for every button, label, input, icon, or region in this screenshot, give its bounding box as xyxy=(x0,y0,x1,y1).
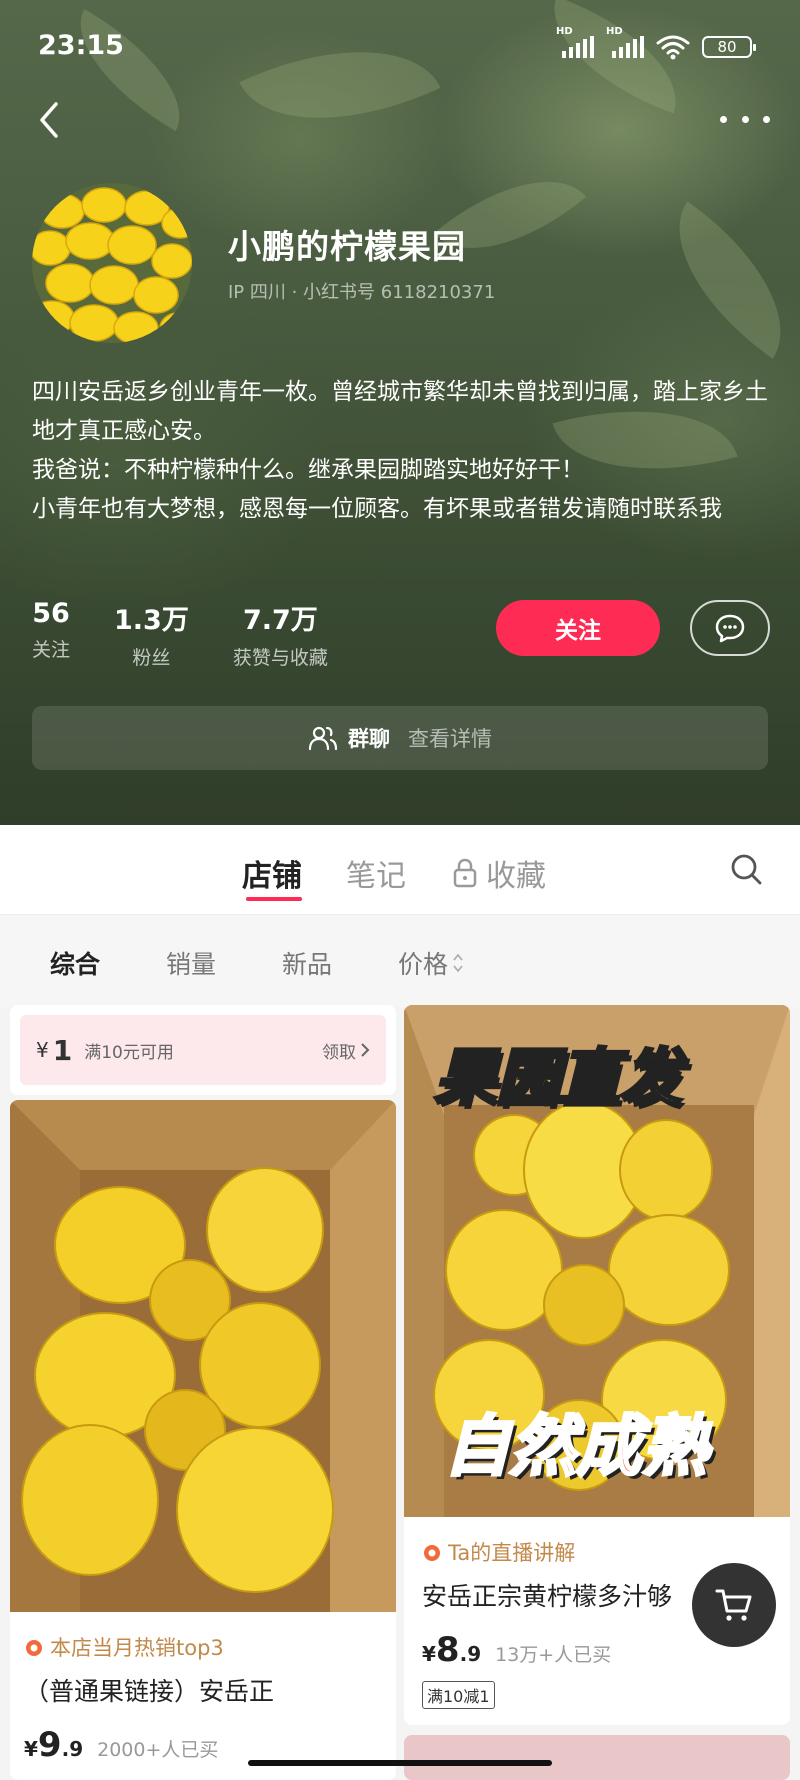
battery-icon: 80 xyxy=(702,36,756,58)
home-indicator[interactable] xyxy=(248,1760,552,1766)
sort-new[interactable]: 新品 xyxy=(282,945,332,981)
product-tag-label: 本店当月热销top3 xyxy=(50,1636,224,1660)
sort-sales[interactable]: 销量 xyxy=(166,945,216,981)
product-price: ¥ 9 .9 2000+人已买 xyxy=(24,1725,218,1765)
coupon-inner: ¥ 1 满10元可用 领取 xyxy=(20,1015,386,1085)
coupon-amount: 1 xyxy=(52,1033,73,1067)
lemon-avatar-image xyxy=(32,183,192,343)
more-options-button[interactable] xyxy=(720,104,770,134)
price-integer: 8 xyxy=(435,1630,460,1670)
stat-likes[interactable]: 7.7万 获赞与收藏 xyxy=(233,598,328,670)
tab-shop[interactable]: 店铺 xyxy=(242,851,302,895)
hot-icon xyxy=(26,1640,42,1656)
price-currency: ¥ xyxy=(422,1642,436,1666)
tab-bar: 店铺 笔记 收藏 xyxy=(0,825,800,915)
tab-notes[interactable]: 笔记 xyxy=(346,851,406,895)
price-currency: ¥ xyxy=(24,1737,38,1761)
shop-name: 小鹏的柠檬果园 xyxy=(228,227,466,266)
lock-icon xyxy=(453,858,477,888)
product-tag: 本店当月热销top3 xyxy=(24,1632,224,1662)
stat-value: 56 xyxy=(32,598,70,629)
stat-label: 关注 xyxy=(32,639,71,661)
dot-icon xyxy=(720,115,727,123)
sort-bar: 综合 销量 新品 价格 xyxy=(0,915,800,1007)
active-tab-indicator xyxy=(246,897,302,901)
search-button[interactable] xyxy=(728,851,764,887)
product-card[interactable]: 本店当月热销top3 （普通果链接）安岳正 ¥ 9 .9 2000+人已买 xyxy=(10,1100,396,1780)
stat-followers[interactable]: 1.3万 粉丝 xyxy=(114,598,189,670)
back-button[interactable] xyxy=(30,98,70,142)
chevron-right-icon xyxy=(361,1043,370,1057)
price-decimal: .9 xyxy=(459,1642,482,1666)
status-time: 23:15 xyxy=(38,30,124,61)
tab-collections[interactable]: 收藏 xyxy=(452,851,546,895)
image-overlay-title: 果园直发 xyxy=(432,1040,683,1116)
stats-row: 56 关注 1.3万 粉丝 7.7万 获赞与收藏 xyxy=(32,598,372,670)
cart-icon xyxy=(715,1589,752,1621)
profile-header: 23:15 HD HD 80 小鹏的柠檬果园 IP 四川 · 小红书号 6118… xyxy=(0,0,800,825)
stat-label: 粉丝 xyxy=(132,647,171,669)
sort-comprehensive[interactable]: 综合 xyxy=(50,945,100,981)
coupon-claim-button[interactable]: 领取 xyxy=(322,1038,370,1063)
background-leaf xyxy=(641,201,800,359)
stat-value: 1.3万 xyxy=(114,605,189,636)
product-tag-label: Ta的直播讲解 xyxy=(448,1541,576,1565)
shop-meta: IP 四川 · 小红书号 6118210371 xyxy=(228,282,496,303)
status-icons: HD HD 80 xyxy=(556,26,756,60)
product-tag: Ta的直播讲解 xyxy=(422,1537,575,1567)
product-image xyxy=(10,1100,396,1612)
stat-following[interactable]: 56 关注 xyxy=(32,598,70,670)
price-integer: 9 xyxy=(37,1725,62,1765)
image-overlay-subtitle: 自然成熟 xyxy=(443,1407,710,1487)
coupon-currency: ¥ xyxy=(36,1038,49,1062)
group-chat-bar[interactable]: 群聊 查看详情 xyxy=(32,706,768,770)
avatar[interactable] xyxy=(32,183,192,343)
product-image: 果园直发 自然成熟 xyxy=(404,1005,790,1517)
status-bar: 23:15 HD HD 80 xyxy=(0,0,800,96)
dot-icon xyxy=(763,115,770,123)
bio-line: 小青年也有大梦想，感恩每一位顾客。有坏果或者错发请随时联系我 xyxy=(32,496,722,522)
network-label: HD xyxy=(606,26,623,37)
product-price: ¥ 8 .9 13万+人已买 xyxy=(422,1630,611,1670)
coupon-card[interactable]: ¥ 1 满10元可用 领取 xyxy=(10,1005,396,1095)
stat-value: 7.7万 xyxy=(242,605,318,636)
group-chat-detail: 查看详情 xyxy=(408,727,492,751)
wifi-icon xyxy=(656,35,690,60)
live-icon xyxy=(424,1545,440,1561)
sold-count: 2000+人已买 xyxy=(97,1739,219,1761)
lemons-in-box-image xyxy=(10,1100,396,1612)
sold-count: 13万+人已买 xyxy=(495,1644,612,1666)
group-chat-label: 群聊 xyxy=(348,727,390,751)
product-title: （普通果链接）安岳正 xyxy=(24,1677,275,1706)
product-title: 安岳正宗黄柠檬多汁够 xyxy=(422,1582,673,1611)
price-decimal: .9 xyxy=(61,1737,84,1761)
sort-arrows-icon xyxy=(453,953,463,973)
product-card-next[interactable] xyxy=(404,1735,790,1780)
sort-price-label: 价格 xyxy=(398,950,449,979)
cart-button[interactable] xyxy=(692,1563,776,1647)
promo-badge: 满10减1 xyxy=(422,1681,495,1709)
cellular-signal-icon: HD xyxy=(606,26,644,58)
bio-line: 我爸说：不种柠檬种什么。继承果园脚踏实地好好干！ xyxy=(32,457,584,483)
cellular-signal-icon: HD xyxy=(556,26,594,58)
chat-bubble-icon xyxy=(715,614,745,643)
network-label: HD xyxy=(556,26,573,37)
message-button[interactable] xyxy=(690,600,770,656)
coupon-claim-label: 领取 xyxy=(322,1042,356,1063)
dot-icon xyxy=(741,115,749,123)
coupon-condition: 满10元可用 xyxy=(84,1042,174,1063)
follow-button[interactable]: 关注 xyxy=(496,600,660,656)
bio: 四川安岳返乡创业青年一枚。曾经城市繁华却未曾找到归属，踏上家乡土地才真正感心安。… xyxy=(32,373,772,529)
sort-price[interactable]: 价格 xyxy=(398,945,464,981)
tab-collections-label: 收藏 xyxy=(486,859,546,894)
stat-label: 获赞与收藏 xyxy=(232,647,328,669)
group-users-icon xyxy=(308,726,338,751)
bio-line: 四川安岳返乡创业青年一枚。曾经城市繁华却未曾找到归属，踏上家乡土地才真正感心安。 xyxy=(32,379,768,444)
